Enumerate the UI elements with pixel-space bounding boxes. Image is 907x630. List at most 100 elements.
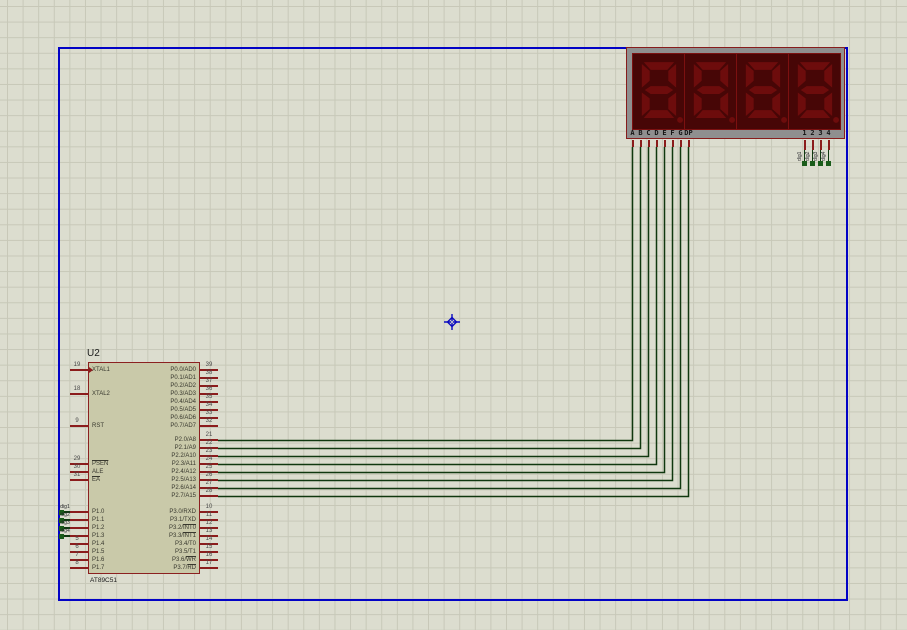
segment-a [799,62,831,70]
net-label-dig1: dig1 [60,504,70,510]
display-pin-f [671,140,674,147]
pin-number-xtal1: 19 [73,362,81,368]
pin-label-p2.0-a8: P2.0/A8 [174,436,196,443]
display-segment-label-d: D [654,129,659,137]
pin-number-xtal2: 18 [73,386,81,392]
segment-e [745,92,754,117]
pin-number-ea: 31 [73,472,81,478]
pin-label-p2.5-a13: P2.5/A13 [171,476,196,483]
display-digit-pin [827,140,830,150]
pin-stub-p1.7 [70,567,88,569]
net-terminal[interactable] [810,161,815,166]
pin-number-p2.3-a11: 24 [205,456,213,462]
segment-f [641,64,650,88]
seven-segment-glyph [797,62,840,123]
pin-number-p0.4-ad4: 35 [205,394,213,400]
pin-stub-p3.7-rd [200,567,218,569]
segment-b [772,64,781,88]
net-terminal[interactable] [818,161,823,166]
pin-number-p2.4-a12: 25 [205,464,213,470]
net-terminal[interactable] [59,533,64,539]
pin-number-p0.7-ad7: 32 [205,418,213,424]
chip-reference: U2 [87,348,100,359]
pin-number-p2.6-a14: 27 [205,480,213,486]
pin-number-p0.5-ad5: 34 [205,402,213,408]
display-digit-4 [788,54,840,129]
seven-segment-display[interactable] [626,47,845,139]
display-pin-dp [687,140,690,147]
segment-f [797,64,806,88]
segment-c [772,92,781,117]
segment-f [745,64,754,88]
pin-label-p3.6-wr: P3.6/WR [171,556,196,563]
segment-d [695,110,727,118]
pin-number-p0.3-ad3: 36 [205,386,213,392]
pin-label-p2.4-a12: P2.4/A12 [171,468,196,475]
pin-label-p2.6-a14: P2.6/A14 [171,484,196,491]
pin-label-p3.0-rxd: P3.0/RXD [169,508,196,515]
origin-marker [444,314,460,330]
schematic-canvas[interactable]: A B C D E F G DP 1 2 3 4 dig1 dig2 dig3 dig4 U2 AT89C5… [0,0,907,630]
segment-a [643,62,675,70]
pin-number-p3.4-t0: 14 [205,536,213,542]
display-pin-a [631,140,634,147]
pin-number-p2.7-a15: 28 [205,488,213,494]
display-pin-d [655,140,658,147]
pin-number-rst: 9 [75,418,79,424]
segment-g [696,86,726,94]
display-panel [632,53,841,130]
pin-label-p0.7-ad7: P0.7/AD7 [170,422,196,429]
segment-d [747,110,779,118]
segment-dp [833,117,840,123]
seven-segment-glyph [693,62,736,123]
display-segment-label-f: F [670,129,675,137]
pin-label-p3.3-int1: P3.3/INT1 [168,532,196,539]
segment-b [668,64,677,88]
pin-label-p0.5-ad5: P0.5/AD5 [170,406,196,413]
pin-label-p2.7-a15: P2.7/A15 [171,492,196,499]
pin-number-p1.6: 7 [75,552,79,558]
pin-number-p2.1-a9: 22 [205,440,213,446]
display-segment-label-c: C [646,129,651,137]
display-pin-c [647,140,650,147]
chip-part-number: AT89C51 [90,577,117,584]
pin-number-p3.3-int1: 13 [205,528,213,534]
pin-number-p0.1-ad1: 38 [205,370,213,376]
pin-number-p0.6-ad6: 33 [205,410,213,416]
net-label-dig4: dig4 [60,528,70,534]
display-digit-2 [684,54,736,129]
segment-g [800,86,830,94]
pin-label-p0.3-ad3: P0.3/AD3 [170,390,196,397]
pin-number-p1.4: 5 [75,536,79,542]
display-segment-label-g: G [678,129,683,137]
segment-d [643,110,675,118]
pin-number-p0.0-ad0: 39 [205,362,213,368]
pin-stub-ea [70,479,88,481]
net-terminal[interactable] [802,161,807,166]
pin-number-p2.2-a10: 23 [205,448,213,454]
net-label-dig1: dig1 [796,151,803,161]
pin-label-p3.1-txd: P3.1/TXD [169,516,196,523]
net-label-dig4: dig4 [820,151,827,161]
display-digit-label-4: 4 [826,129,831,137]
segment-c [720,92,729,117]
pin-label-p3.4-t0: P3.4/T0 [174,540,196,547]
display-digit-3 [736,54,788,129]
segment-a [747,62,779,70]
pin-number-p1.5: 6 [75,544,79,550]
net-label-dig2: dig2 [804,151,811,161]
pin-label-p2.2-a10: P2.2/A10 [171,452,196,459]
seven-segment-glyph [745,62,788,123]
pin-number-p0.2-ad2: 37 [205,378,213,384]
display-digit-1 [633,54,684,129]
pin-number-p2.0-a8: 21 [205,432,213,438]
segment-dp [781,117,788,123]
pin-number-psen: 29 [73,456,81,462]
segment-d [799,110,831,118]
net-terminal[interactable] [826,161,831,166]
pin-label-p3.2-int0: P3.2/INT0 [168,524,196,531]
net-label-dig3: dig3 [60,520,70,526]
net-label-dig2: dig2 [60,512,70,518]
segment-f [693,64,702,88]
segment-g [748,86,778,94]
